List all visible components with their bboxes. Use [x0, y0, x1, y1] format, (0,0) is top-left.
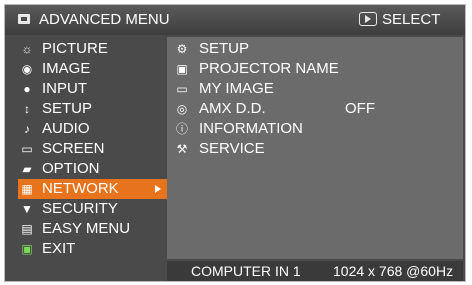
submenu-item-my-image[interactable]: ▭ MY IMAGE — [175, 79, 455, 99]
signal-resolution: 1024 x 768 @60Hz — [333, 263, 454, 279]
menu-item-easy-menu[interactable]: ▤ EASY MENU — [18, 219, 167, 239]
menu-header: ADVANCED MENU SELECT — [5, 5, 465, 35]
submenu-arrow-icon — [155, 185, 161, 193]
menu-icon — [18, 14, 30, 24]
menu-item-picture[interactable]: ☼ PICTURE — [18, 39, 167, 59]
exit-icon: ▣ — [21, 242, 33, 256]
submenu-item-label: PROJECTOR NAME — [199, 60, 339, 77]
menu-item-option[interactable]: ▰ OPTION — [18, 159, 167, 179]
security-icon: ▼ — [21, 202, 33, 216]
menu-title: ADVANCED MENU — [39, 11, 170, 28]
menu-item-label: IMAGE — [42, 60, 91, 77]
submenu-item-service[interactable]: ⚒ SERVICE — [175, 139, 455, 159]
submenu-item-label: INFORMATION — [199, 120, 303, 137]
menu-item-screen[interactable]: ▭ SCREEN — [18, 139, 167, 159]
input-source: COMPUTER IN 1 — [191, 263, 301, 279]
information-icon: ⓘ — [175, 122, 188, 136]
setup-icon: ↕ — [24, 102, 30, 116]
select-icon — [359, 12, 377, 26]
amx-icon: ◎ — [176, 102, 188, 116]
menu-item-label: SETUP — [42, 100, 93, 117]
input-icon: ● — [23, 82, 31, 96]
menu-item-label: PICTURE — [42, 40, 108, 57]
screen-icon: ▭ — [21, 142, 33, 156]
menu-item-input[interactable]: ● INPUT — [18, 79, 167, 99]
projector-name-icon: ▣ — [176, 62, 188, 76]
menu-item-exit[interactable]: ▣ EXIT — [18, 239, 167, 259]
option-icon: ▰ — [22, 162, 32, 176]
network-icon: ▦ — [21, 182, 33, 196]
menu-item-label: SECURITY — [42, 200, 118, 217]
menu-item-label: OPTION — [42, 160, 100, 177]
amx-value: OFF — [345, 100, 375, 117]
menu-item-label: EXIT — [42, 240, 76, 257]
submenu-item-label: SETUP — [199, 40, 250, 57]
network-setup-icon: ⚙ — [176, 42, 188, 56]
image-icon: ◉ — [21, 62, 33, 76]
advanced-menu-window: ADVANCED MENU SELECT ☼ PICTURE ◉ IMAGE ●… — [4, 4, 466, 282]
picture-icon: ☼ — [21, 42, 33, 56]
menu-item-image[interactable]: ◉ IMAGE — [18, 59, 167, 79]
menu-item-label: INPUT — [42, 80, 87, 97]
submenu-item-label: SERVICE — [199, 140, 265, 157]
menu-item-setup[interactable]: ↕ SETUP — [18, 99, 167, 119]
main-menu: ☼ PICTURE ◉ IMAGE ● INPUT ↕ SETUP ♪ AUDI… — [5, 37, 167, 281]
select-hint: SELECT — [382, 11, 441, 28]
menu-item-network[interactable]: ▦ NETWORK — [18, 179, 167, 199]
service-icon: ⚒ — [176, 142, 188, 156]
menu-item-audio[interactable]: ♪ AUDIO — [18, 119, 167, 139]
menu-item-label: AUDIO — [42, 120, 90, 137]
submenu-item-projector-name[interactable]: ▣ PROJECTOR NAME — [175, 59, 455, 79]
menu-item-label: NETWORK — [42, 180, 119, 197]
menu-item-security[interactable]: ▼ SECURITY — [18, 199, 167, 219]
easy-menu-icon: ▤ — [21, 222, 33, 236]
menu-item-label: SCREEN — [42, 140, 105, 157]
network-submenu: ⚙ SETUP ▣ PROJECTOR NAME ▭ MY IMAGE ◎ AM… — [167, 37, 463, 259]
submenu-item-label: AMX D.D. — [199, 100, 266, 117]
submenu-item-setup[interactable]: ⚙ SETUP — [175, 39, 455, 59]
my-image-icon: ▭ — [176, 82, 188, 96]
status-bar: COMPUTER IN 1 1024 x 768 @60Hz — [167, 261, 463, 281]
audio-icon: ♪ — [24, 122, 30, 136]
menu-item-label: EASY MENU — [42, 220, 131, 237]
submenu-item-information[interactable]: ⓘ INFORMATION — [175, 119, 455, 139]
submenu-item-label: MY IMAGE — [199, 80, 274, 97]
submenu-item-amx-dd[interactable]: ◎ AMX D.D. OFF — [175, 99, 455, 119]
